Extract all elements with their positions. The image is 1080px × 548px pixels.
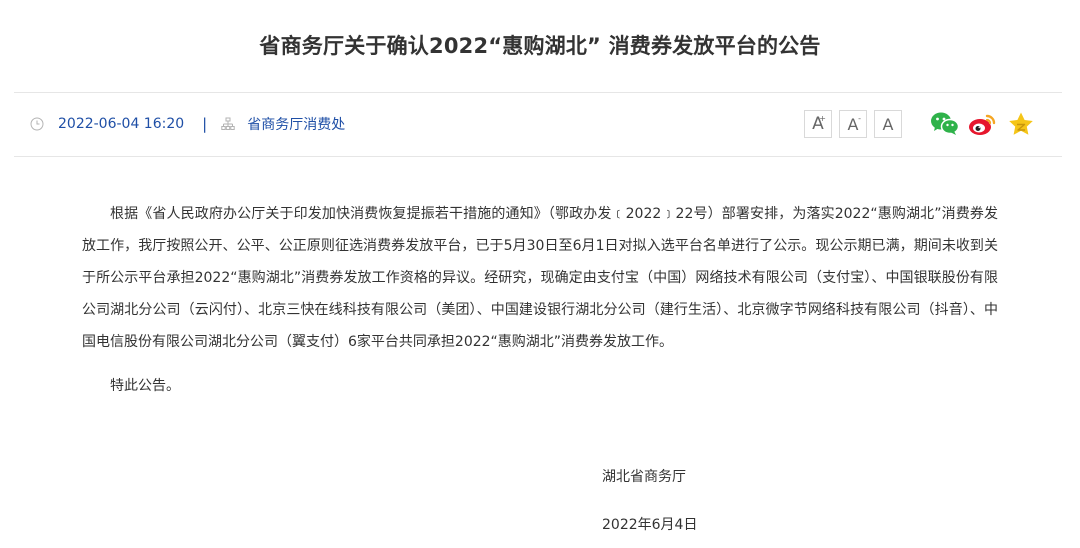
font-increase-button[interactable]: A + bbox=[804, 110, 832, 138]
weibo-icon[interactable] bbox=[967, 109, 999, 139]
meta-separator: | bbox=[202, 115, 208, 133]
top-divider bbox=[14, 92, 1062, 93]
article-source[interactable]: 省商务厅消费处 bbox=[247, 114, 345, 134]
org-chart-icon bbox=[221, 117, 235, 131]
font-reset-label: A bbox=[882, 114, 894, 134]
clock-icon bbox=[30, 117, 44, 131]
article-toolbar: A + A - A bbox=[804, 109, 1037, 139]
article-page: 省商务厅关于确认2022“惠购湖北” 消费券发放平台的公告 2022-06-04… bbox=[0, 0, 1080, 548]
font-decrease-button[interactable]: A - bbox=[839, 110, 867, 138]
font-reset-button[interactable]: A bbox=[874, 110, 902, 138]
wechat-icon[interactable] bbox=[929, 109, 961, 139]
closing-line: 特此公告。 bbox=[110, 378, 180, 394]
bottom-divider bbox=[14, 156, 1062, 157]
article-meta: 2022-06-04 16:20 | 省商务厅消费处 bbox=[30, 108, 345, 140]
publish-datetime: 2022-06-04 16:20 bbox=[58, 116, 185, 132]
article-body: 根据《省人民政府办公厅关于印发加快消费恢复提振若干措施的通知》（鄂政办发﹝202… bbox=[82, 198, 998, 402]
font-increase-sup: + bbox=[819, 114, 826, 123]
body-paragraph: 根据《省人民政府办公厅关于印发加快消费恢复提振若干措施的通知》（鄂政办发﹝202… bbox=[82, 206, 998, 350]
font-decrease-sup: - bbox=[858, 114, 861, 123]
article-title: 省商务厅关于确认2022“惠购湖北” 消费券发放平台的公告 bbox=[259, 34, 821, 58]
signature-date: 2022年6月4日 bbox=[602, 517, 698, 533]
signature-org: 湖北省商务厅 bbox=[602, 469, 686, 485]
font-decrease-label: A bbox=[847, 114, 859, 134]
favorite-star-icon[interactable] bbox=[1005, 109, 1037, 139]
